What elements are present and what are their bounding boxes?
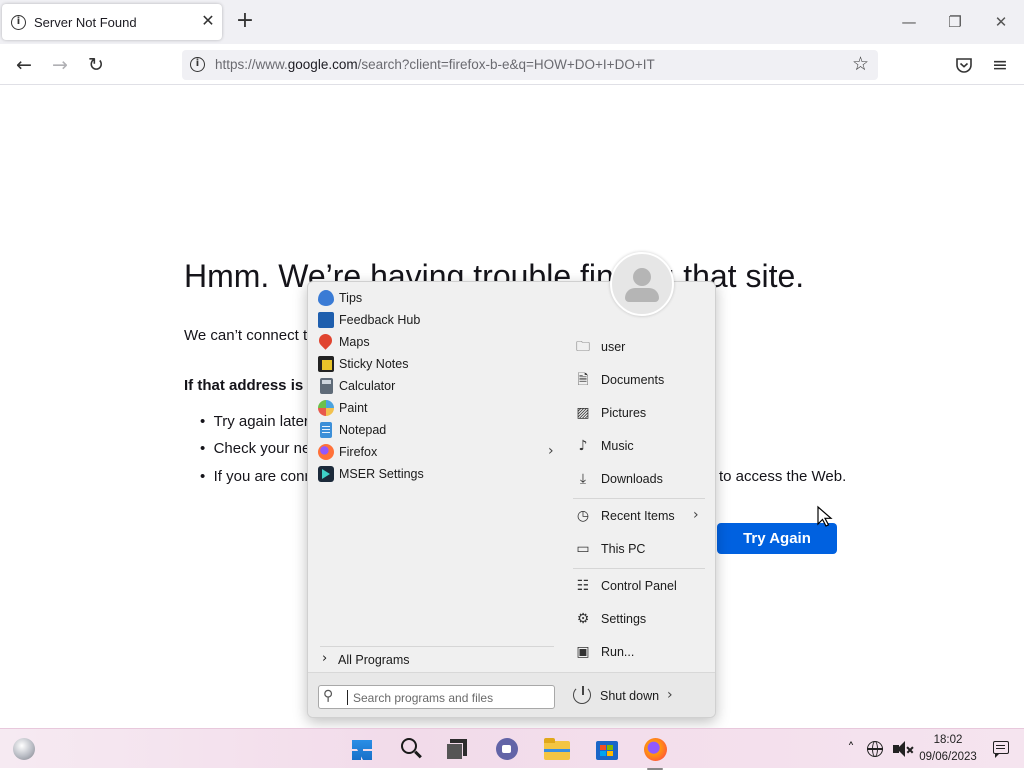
this-pc-icon: ▭ — [576, 541, 590, 557]
menu-hamburger-icon[interactable]: ≡ — [987, 52, 1013, 78]
user-avatar[interactable] — [610, 252, 674, 316]
place-item-control-panel[interactable]: ☷ Control Panel — [572, 575, 704, 599]
firefox-icon — [318, 444, 334, 460]
microsoft-store-icon[interactable] — [592, 735, 622, 763]
site-info-icon[interactable]: i — [190, 57, 205, 72]
settings-icon: ⚙ — [576, 611, 590, 627]
place-item-recent-items[interactable]: ◷ Recent Items › — [572, 505, 704, 529]
taskbar-clock-time[interactable]: 18:02 — [920, 734, 976, 746]
power-icon — [573, 686, 591, 704]
mser-settings-icon — [318, 466, 334, 482]
chevron-right-icon[interactable]: › — [548, 443, 554, 459]
bookmark-star-icon[interactable]: ☆ — [852, 53, 869, 75]
tips-icon — [318, 290, 334, 306]
chat-icon[interactable] — [492, 735, 522, 763]
user-folder-icon: 🗀 — [576, 339, 590, 355]
search-taskbar-icon[interactable] — [396, 735, 426, 763]
divider — [573, 498, 705, 499]
chevron-right-icon: › — [322, 651, 328, 666]
paint-icon — [318, 400, 334, 416]
pictures-icon: ▨ — [576, 405, 590, 421]
firefox-taskbar-icon[interactable] — [640, 735, 670, 770]
app-item-feedback-hub[interactable]: Feedback Hub — [316, 309, 552, 331]
app-item-maps[interactable]: Maps — [316, 331, 552, 353]
app-item-paint[interactable]: Paint — [316, 397, 552, 419]
app-item-calculator[interactable]: Calculator — [316, 375, 552, 397]
app-item-sticky-notes[interactable]: Sticky Notes — [316, 353, 552, 375]
pocket-icon[interactable] — [951, 52, 977, 78]
place-item-run[interactable]: ▣ Run... — [572, 641, 704, 665]
music-icon: ♪ — [578, 438, 588, 454]
taskbar: ˄ 18:02 09/06/2023 — [0, 728, 1024, 770]
tab-close-icon[interactable]: ✕ — [199, 12, 217, 30]
reload-icon[interactable]: ↻ — [83, 52, 109, 78]
maximize-button[interactable]: ❐ — [941, 8, 969, 36]
notification-center-icon[interactable] — [988, 735, 1014, 763]
url-text[interactable]: https://www.google.com/search?client=fir… — [215, 57, 655, 72]
task-view-icon[interactable] — [443, 735, 473, 763]
back-arrow-icon[interactable]: ← — [11, 52, 37, 78]
place-item-downloads[interactable]: ⤓ Downloads — [572, 468, 704, 492]
app-item-notepad[interactable]: Notepad — [316, 419, 552, 441]
browser-tab[interactable]: i Server Not Found ✕ — [2, 4, 222, 40]
network-globe-icon[interactable] — [863, 735, 887, 763]
forward-arrow-icon[interactable]: → — [47, 52, 73, 78]
place-item-settings[interactable]: ⚙ Settings — [572, 608, 704, 632]
error-bullet: • Check your ne — [200, 440, 311, 457]
start-menu: Tips Feedback Hub Maps Sticky Notes Calc… — [307, 252, 716, 718]
start-menu-footer: ⚲ Shut down › — [308, 672, 715, 717]
file-explorer-icon[interactable] — [542, 735, 572, 763]
app-item-mser-settings[interactable]: MSER Settings — [316, 463, 552, 485]
divider — [320, 646, 554, 647]
text-caret — [347, 690, 348, 705]
all-programs-button[interactable]: › All Programs — [322, 650, 552, 670]
control-panel-icon: ☷ — [576, 578, 590, 594]
show-desktop-orb-icon[interactable] — [10, 735, 40, 763]
shutdown-button[interactable]: Shut down › — [573, 685, 683, 709]
info-icon: i — [11, 15, 26, 30]
maps-icon — [316, 331, 335, 350]
chevron-right-icon[interactable]: › — [667, 687, 673, 703]
calculator-icon — [320, 378, 333, 394]
chevron-up-icon[interactable]: ˄ — [842, 735, 860, 763]
minimize-button[interactable]: — — [895, 8, 923, 36]
documents-icon: 🗎 — [577, 372, 589, 388]
start-button[interactable] — [347, 735, 379, 763]
error-bullet: • If you are conn — [200, 468, 313, 485]
run-icon: ▣ — [576, 644, 590, 660]
tab-title: Server Not Found — [34, 15, 137, 30]
chevron-right-icon[interactable]: › — [693, 507, 699, 523]
mouse-cursor-icon — [817, 505, 833, 527]
notepad-icon — [320, 422, 332, 438]
error-bullet-tail: to access the Web. — [719, 468, 847, 485]
start-search-box[interactable]: ⚲ — [318, 685, 555, 709]
place-item-this-pc[interactable]: ▭ This PC — [572, 538, 704, 562]
recent-items-icon: ◷ — [576, 508, 590, 524]
search-input[interactable] — [353, 689, 548, 706]
place-item-user[interactable]: 🗀 user — [572, 336, 704, 360]
new-tab-button[interactable]: + — [234, 10, 256, 32]
downloads-icon: ⤓ — [579, 471, 587, 487]
taskbar-clock-date[interactable]: 09/06/2023 — [916, 751, 980, 763]
error-bullet: • Try again later — [200, 413, 309, 430]
place-item-pictures[interactable]: ▨ Pictures — [572, 402, 704, 426]
error-description: We can’t connect to — [184, 327, 316, 344]
feedback-hub-icon — [318, 312, 334, 328]
error-suggestion-heading: If that address is — [184, 377, 304, 394]
app-item-firefox[interactable]: Firefox › — [316, 441, 554, 463]
volume-muted-icon[interactable] — [890, 735, 914, 763]
divider — [573, 568, 705, 569]
search-icon: ⚲ — [323, 688, 334, 704]
sticky-notes-icon — [318, 356, 334, 372]
close-window-button[interactable]: ✕ — [987, 8, 1015, 36]
address-bar[interactable]: i https://www.google.com/search?client=f… — [182, 50, 878, 80]
navigation-toolbar: ← → ↻ i https://www.google.com/search?cl… — [0, 44, 1024, 85]
browser-tab-bar: i Server Not Found ✕ + — ❐ ✕ — [0, 0, 1024, 44]
place-item-documents[interactable]: 🗎 Documents — [572, 369, 704, 393]
app-item-tips[interactable]: Tips — [316, 287, 552, 309]
place-item-music[interactable]: ♪ Music — [572, 435, 704, 459]
